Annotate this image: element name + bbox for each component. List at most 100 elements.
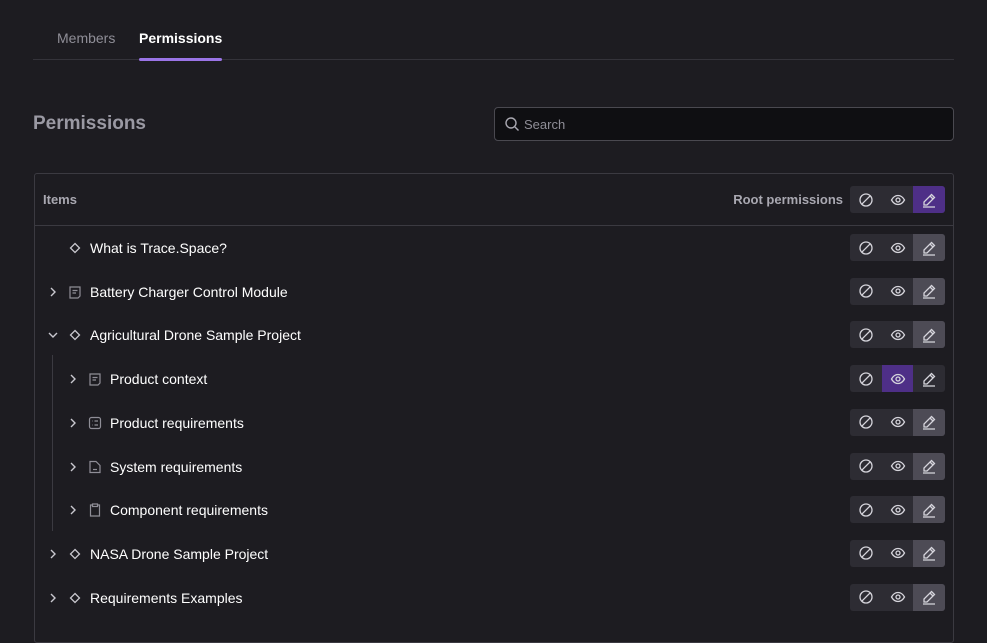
tab-permissions[interactable]: Permissions (139, 30, 223, 61)
permission-edit-button[interactable] (913, 186, 945, 213)
eye-icon (890, 327, 906, 343)
permission-none-button[interactable] (850, 540, 882, 567)
row-label: Battery Charger Control Module (90, 283, 288, 300)
chevron-down-icon[interactable] (46, 327, 60, 343)
permission-edit-button[interactable] (913, 234, 945, 261)
table-row[interactable]: What is Trace.Space? (35, 226, 953, 270)
eye-icon (890, 545, 906, 561)
chevron-right-icon[interactable] (66, 502, 80, 518)
none-icon (858, 502, 874, 518)
pencil-icon (921, 458, 937, 474)
permission-toggle (850, 408, 945, 436)
none-icon (858, 589, 874, 605)
permission-view-button[interactable] (882, 365, 913, 393)
diamond-icon (67, 546, 83, 562)
table-row[interactable]: Requirements Examples (35, 576, 953, 620)
row-label: Requirements Examples (90, 589, 243, 606)
permission-view-button[interactable] (882, 186, 913, 213)
table-row[interactable]: Agricultural Drone Sample Project (35, 313, 953, 357)
pencil-icon (921, 589, 937, 605)
row-label: Product requirements (110, 414, 244, 431)
chevron-right-icon[interactable] (46, 590, 60, 606)
table-row[interactable]: Product context (35, 357, 953, 401)
column-header-items: Items (43, 192, 77, 207)
eye-icon (890, 502, 906, 518)
search-input[interactable] (524, 108, 944, 140)
tab-bar: Members Permissions (33, 0, 954, 61)
none-icon (858, 458, 874, 474)
row-label: What is Trace.Space? (90, 240, 227, 256)
eye-icon (890, 414, 906, 430)
pencil-icon (921, 192, 937, 208)
pencil-icon (921, 371, 937, 387)
none-icon (858, 545, 874, 561)
row-label: System requirements (110, 458, 243, 475)
permission-none-button[interactable] (850, 365, 882, 392)
chevron-right-icon[interactable] (46, 284, 60, 300)
permission-view-button[interactable] (882, 278, 913, 305)
table-row[interactable]: System requirements (35, 445, 953, 489)
root-permission-toggle (850, 186, 945, 213)
eye-icon (890, 371, 906, 387)
eye-icon (890, 589, 906, 605)
none-icon (858, 240, 874, 256)
row-label: NASA Drone Sample Project (90, 545, 269, 562)
table-row[interactable]: Product requirements (35, 401, 953, 445)
permission-none-button[interactable] (850, 278, 882, 305)
permission-toggle (850, 539, 945, 567)
permission-edit-button[interactable] (913, 496, 945, 524)
permission-none-button[interactable] (850, 584, 882, 611)
permission-edit-button[interactable] (913, 452, 945, 480)
table-row[interactable]: Component requirements (35, 488, 953, 532)
pencil-icon (921, 240, 937, 256)
document-icon (67, 284, 83, 300)
permission-view-button[interactable] (882, 540, 913, 567)
permission-toggle (850, 321, 945, 349)
diamond-icon (67, 240, 83, 256)
eye-icon (890, 283, 906, 299)
none-icon (858, 192, 874, 208)
permission-none-button[interactable] (850, 496, 882, 523)
none-icon (858, 283, 874, 299)
permission-view-button[interactable] (882, 321, 913, 348)
chevron-right-icon[interactable] (66, 459, 80, 475)
none-icon (858, 414, 874, 430)
table-header: Items Root permissions (35, 174, 953, 226)
none-icon (858, 371, 874, 387)
diamond-icon (67, 327, 83, 343)
page-title: Permissions (33, 113, 146, 134)
permission-none-button[interactable] (850, 453, 882, 480)
column-header-root-permissions: Root permissions (733, 192, 843, 207)
permission-toggle (850, 277, 945, 305)
permission-none-button[interactable] (850, 409, 882, 436)
permission-toggle (850, 365, 945, 393)
none-icon (858, 327, 874, 343)
permission-view-button[interactable] (882, 409, 913, 436)
permission-edit-button[interactable] (913, 539, 945, 567)
chevron-right-icon[interactable] (46, 546, 60, 562)
permission-edit-button[interactable] (913, 408, 945, 436)
permission-edit-button[interactable] (913, 321, 945, 349)
chevron-right-icon[interactable] (66, 371, 80, 387)
permission-edit-button[interactable] (913, 365, 945, 392)
permission-view-button[interactable] (882, 453, 913, 480)
permissions-table: Items Root permissions What is Trace.Spa… (34, 173, 954, 643)
chevron-right-icon[interactable] (66, 415, 80, 431)
permission-view-button[interactable] (882, 584, 913, 611)
permission-toggle (850, 452, 945, 480)
table-row[interactable]: NASA Drone Sample Project (35, 532, 953, 576)
permission-toggle (850, 496, 945, 524)
pencil-icon (921, 414, 937, 430)
permission-view-button[interactable] (882, 234, 913, 261)
permission-edit-button[interactable] (913, 277, 945, 305)
permission-view-button[interactable] (882, 496, 913, 523)
search-box[interactable] (494, 107, 954, 141)
search-icon (504, 116, 520, 132)
table-row[interactable]: Battery Charger Control Module (35, 270, 953, 314)
permission-none-button[interactable] (850, 321, 882, 348)
permission-none-button[interactable] (850, 234, 882, 261)
permission-edit-button[interactable] (913, 583, 945, 611)
document-icon (87, 371, 103, 387)
tab-members[interactable]: Members (57, 30, 115, 60)
permission-none-button[interactable] (850, 186, 882, 213)
